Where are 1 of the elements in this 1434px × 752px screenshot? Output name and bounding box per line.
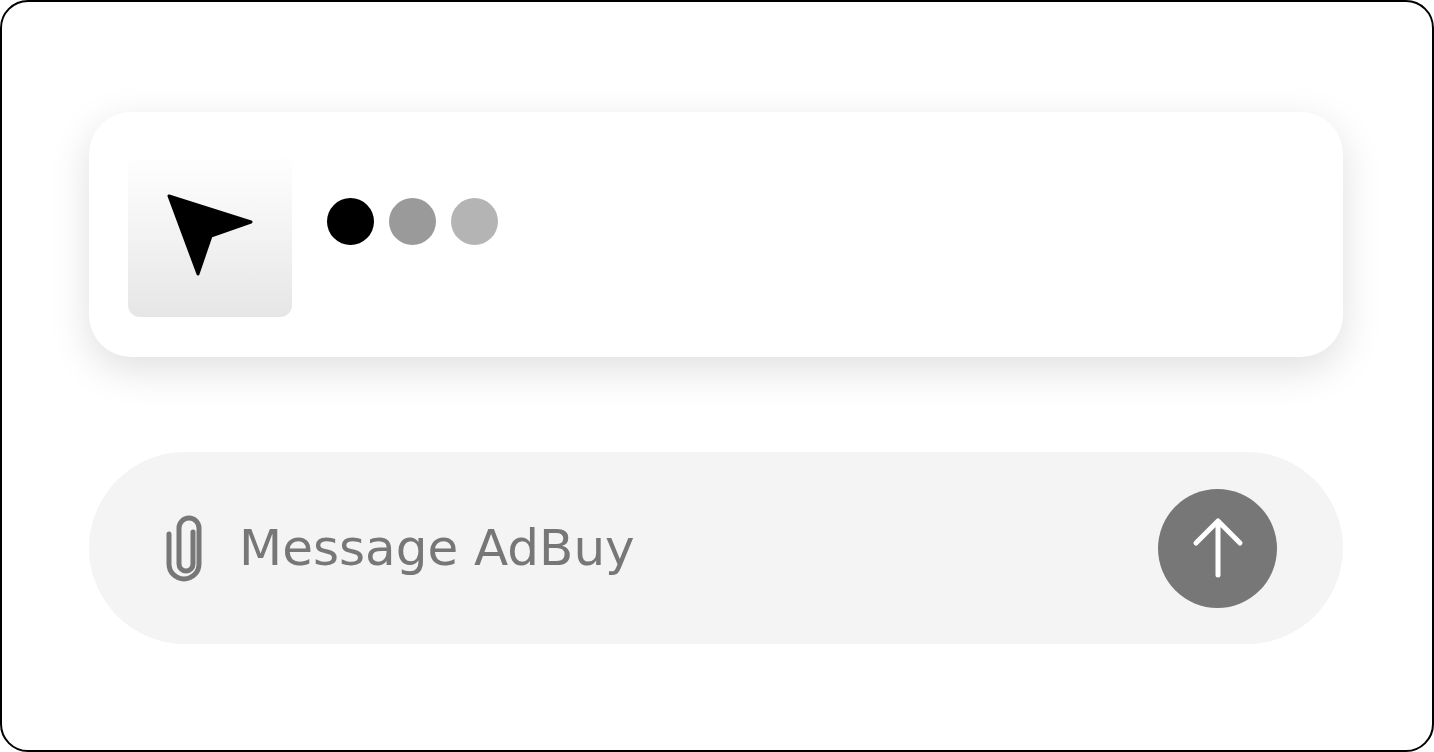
- message-field[interactable]: Message AdBuy: [239, 519, 1128, 577]
